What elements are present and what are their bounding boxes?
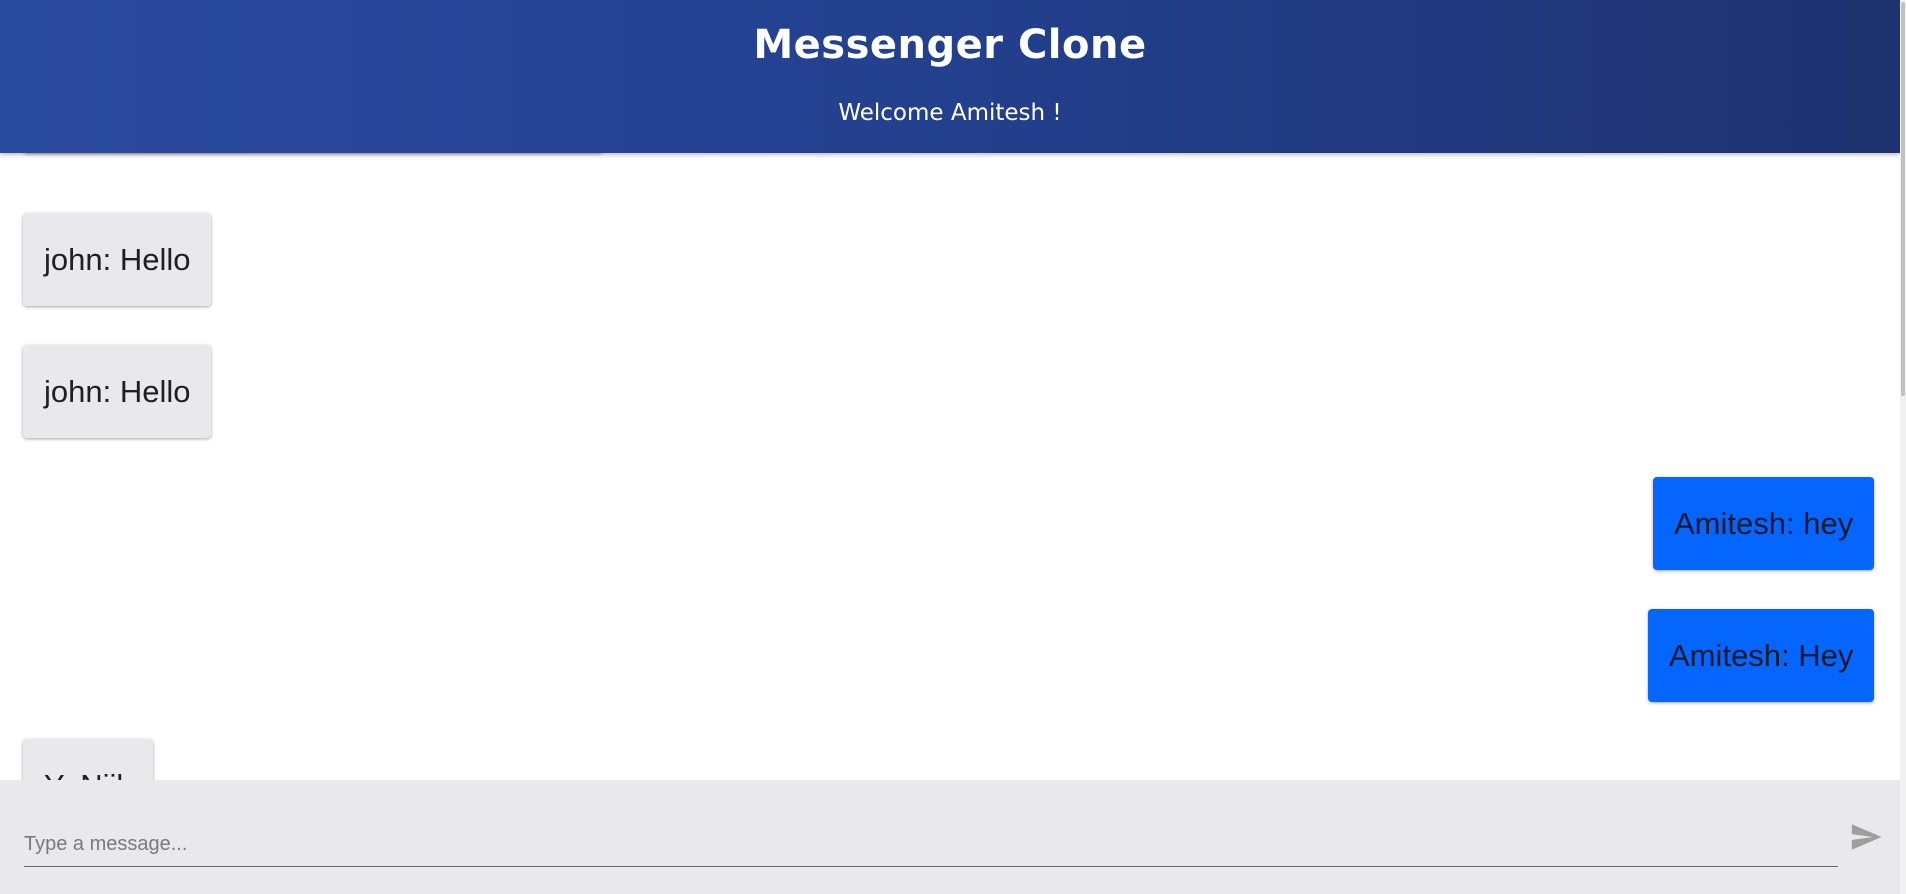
- send-button[interactable]: [1849, 820, 1883, 854]
- scrollbar[interactable]: [1900, 0, 1906, 894]
- page-title: Messenger Clone: [753, 22, 1147, 68]
- message-bubble-own: Amitesh: Hey: [1648, 609, 1875, 702]
- messenger-app: john: Hello john: Hello Amitesh: hey Ami…: [0, 0, 1906, 894]
- message-bubble-own: Amitesh: hey: [1653, 477, 1875, 570]
- message-bubble: john: Hello: [23, 345, 212, 438]
- message-bubble: john: Hello: [23, 213, 212, 306]
- send-icon: [1851, 824, 1882, 850]
- welcome-text: Welcome Amitesh !: [838, 100, 1062, 126]
- message-bubble: Y: Niik: [23, 739, 153, 780]
- message-input[interactable]: [24, 822, 1838, 867]
- scrollbar-thumb[interactable]: [1901, 2, 1905, 396]
- app-header: Messenger Clone Welcome Amitesh !: [0, 0, 1900, 153]
